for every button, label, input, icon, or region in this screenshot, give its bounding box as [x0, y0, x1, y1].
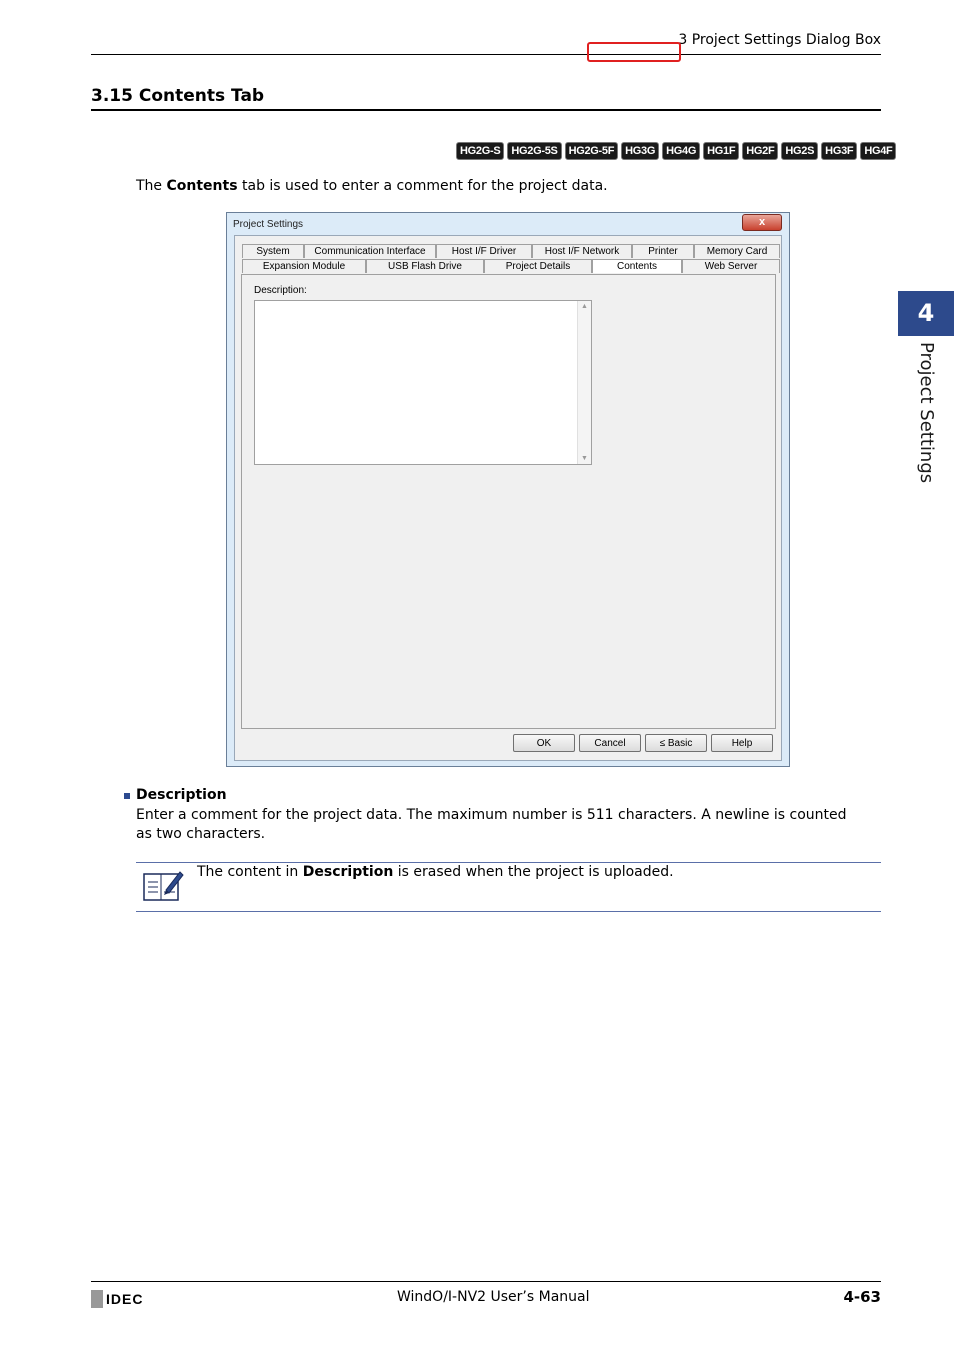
model-badge: HG2F	[742, 142, 779, 160]
project-settings-dialog: Project Settings x System Communication …	[226, 212, 790, 767]
model-badge: HG2S	[781, 142, 819, 160]
tab-expansion-module[interactable]: Expansion Module	[242, 259, 366, 273]
note-pencil-icon	[142, 868, 184, 902]
page-number: 4-63	[843, 1288, 881, 1306]
running-header: 3 Project Settings Dialog Box	[678, 32, 881, 48]
dialog-title: Project Settings	[233, 219, 304, 230]
model-badge: HG2G-S	[456, 142, 505, 160]
model-badge: HG3G	[621, 142, 660, 160]
model-badge: HG1F	[703, 142, 740, 160]
model-badge: HG4F	[860, 142, 897, 160]
section-title-rule	[91, 109, 881, 111]
tab-host-if-driver[interactable]: Host I/F Driver	[436, 244, 532, 258]
chapter-label: Project Settings	[916, 342, 937, 484]
note-suffix: is erased when the project is uploaded.	[393, 864, 674, 880]
logo-text: IDEC	[106, 1291, 144, 1307]
idec-logo: IDEC	[91, 1290, 143, 1308]
description-textarea[interactable]: ▲ ▼	[254, 300, 592, 465]
intro-bold: Contents	[166, 178, 238, 194]
item-title: Description	[136, 787, 227, 803]
note-text: The content in Description is erased whe…	[197, 864, 674, 880]
model-badge: HG2G-5S	[507, 142, 562, 160]
tab-memory-card[interactable]: Memory Card	[694, 244, 780, 258]
intro-suffix: tab is used to enter a comment for the p…	[237, 178, 608, 194]
cancel-button[interactable]: Cancel	[579, 734, 641, 752]
note-top-rule	[136, 862, 881, 863]
contents-tab-highlight	[587, 42, 681, 62]
model-badge: HG2G-5F	[564, 142, 619, 160]
tab-usb-flash-drive[interactable]: USB Flash Drive	[366, 259, 484, 273]
note-bold: Description	[302, 864, 394, 880]
scroll-down-icon[interactable]: ▼	[578, 455, 591, 462]
model-badge: HG4G	[662, 142, 701, 160]
scroll-up-icon[interactable]: ▲	[578, 303, 591, 310]
close-button[interactable]: x	[742, 214, 782, 231]
chapter-tab: 4	[898, 291, 954, 336]
note-prefix: The content in	[197, 864, 303, 880]
item-body: Enter a comment for the project data. Th…	[136, 807, 847, 842]
tab-contents[interactable]: Contents	[592, 259, 682, 273]
footer-rule	[91, 1281, 881, 1282]
note-bottom-rule	[136, 911, 881, 912]
header-rule	[91, 54, 881, 55]
model-badge: HG3F	[821, 142, 858, 160]
bullet-icon	[124, 793, 130, 799]
tab-system[interactable]: System	[242, 244, 304, 258]
tab-project-details[interactable]: Project Details	[484, 259, 592, 273]
ok-button[interactable]: OK	[513, 734, 575, 752]
contents-panel: Description: ▲ ▼	[241, 274, 776, 729]
logo-mark-icon	[91, 1290, 103, 1308]
tab-communication-interface[interactable]: Communication Interface	[304, 244, 436, 258]
vertical-scrollbar[interactable]: ▲ ▼	[577, 301, 591, 464]
tab-printer[interactable]: Printer	[632, 244, 694, 258]
section-title: 3.15 Contents Tab	[91, 86, 265, 106]
intro-prefix: The	[136, 178, 167, 194]
dialog-buttons: OK Cancel ≤ Basic Help	[513, 734, 773, 752]
basic-button[interactable]: ≤ Basic	[645, 734, 707, 752]
tab-host-if-network[interactable]: Host I/F Network	[532, 244, 632, 258]
dialog-body: System Communication Interface Host I/F …	[234, 235, 782, 761]
help-button[interactable]: Help	[711, 734, 773, 752]
tab-row-1: System Communication Interface Host I/F …	[242, 244, 780, 258]
manual-title: WindO/I-NV2 User’s Manual	[397, 1289, 590, 1305]
description-label: Description:	[254, 285, 307, 296]
intro-paragraph: The Contents tab is used to enter a comm…	[136, 178, 608, 194]
model-badges: HG2G-S HG2G-5S HG2G-5F HG3G HG4G HG1F HG…	[456, 142, 897, 160]
tab-row-2: Expansion Module USB Flash Drive Project…	[242, 259, 780, 273]
tab-web-server[interactable]: Web Server	[682, 259, 780, 273]
